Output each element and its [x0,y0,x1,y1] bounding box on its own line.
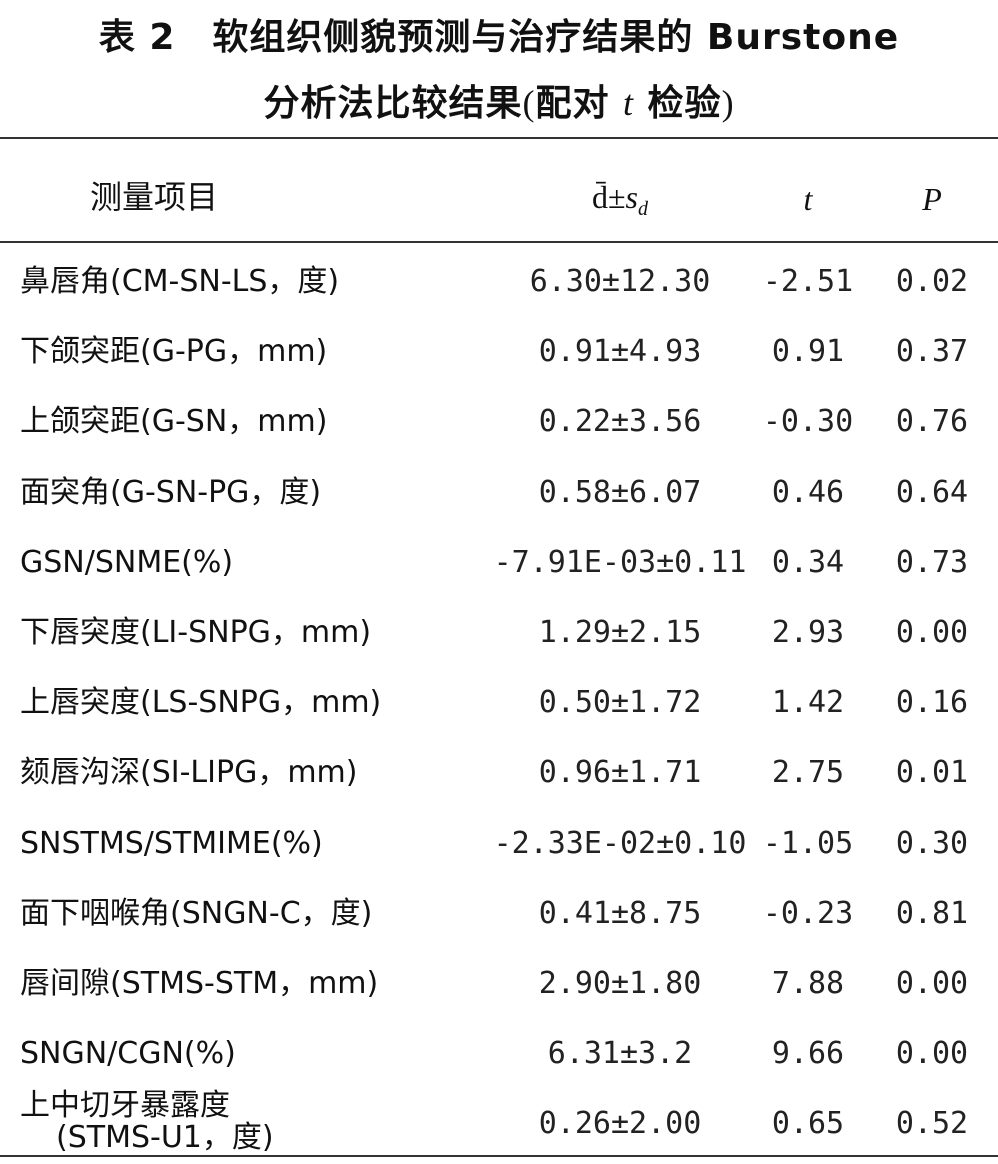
row-item-label: 下颌突距(G-PG，mm) [20,334,328,369]
row-mean-sd: 0.41±8.75 [538,896,702,931]
row-t-value: 2.75 [771,755,845,790]
header-mean-sd: d̄±sd [480,177,760,229]
row-t-value: 0.46 [771,475,845,510]
row-item-label-line1: 上中切牙暴露度 [20,1088,230,1123]
row-item-label: 唇间隙(STMS-STM，mm) [20,966,379,1001]
row-mean-sd: 0.50±1.72 [538,685,702,720]
row-item-label: 上唇突度(LS-SNPG，mm) [20,685,382,720]
row-mean-sd: 0.96±1.71 [538,755,702,790]
row-mean-sd: 0.26±2.00 [538,1106,702,1141]
row-item-label: GSN/SNME(%) [20,545,234,580]
row-t-value: 1.42 [771,685,845,720]
row-mean-sd: -2.33E-02±0.10 [493,826,747,861]
row-mean-sd: 0.91±4.93 [538,334,702,369]
row-p-value: 0.00 [895,966,969,1001]
row-t-value: 9.66 [771,1036,845,1071]
row-t-value: 7.88 [771,966,845,1001]
row-item-label-line2: (STMS-U1，度) [56,1120,274,1155]
row-p-value: 0.16 [895,685,969,720]
row-t-value: 2.93 [771,615,845,650]
row-p-value: 0.76 [895,404,969,439]
title-test: 检验 [634,83,722,124]
row-mean-sd: 0.58±6.07 [538,475,702,510]
header-sd-symbol: s [625,179,638,215]
table-title-line2: 分析法比较结果(配对 t 检验) [0,81,998,126]
row-item-label: 上颌突距(G-SN，mm) [20,404,328,439]
title-paren-open: ( [522,83,536,123]
row-t-value: -1.05 [762,826,854,861]
row-p-value: 0.73 [895,545,969,580]
title-main: 分析法比较结果 [263,83,523,124]
row-t-value: 0.34 [771,545,845,580]
row-t-value: 0.65 [771,1106,845,1141]
header-rule [0,241,998,243]
row-mean-sd: 6.30±12.30 [529,264,711,299]
row-p-value: 0.37 [895,334,969,369]
header-mean-symbol: d̄± [591,179,626,215]
title-paren-close: ) [721,83,735,123]
row-item-label: 下唇突度(LI-SNPG，mm) [20,615,372,650]
row-item-label: 鼻唇角(CM-SN-LS，度) [20,264,340,299]
title-t-symbol: t [623,83,635,123]
row-p-value: 0.81 [895,896,969,931]
row-mean-sd: 0.22±3.56 [538,404,702,439]
table-title-line1: 表 2 软组织侧貌预测与治疗结果的 Burstone [98,17,900,58]
top-rule [0,137,998,139]
row-p-value: 0.30 [895,826,969,861]
row-t-value: -0.23 [762,896,854,931]
row-mean-sd: 2.90±1.80 [538,966,702,1001]
title-paired: 配对 [535,83,623,124]
row-mean-sd: 1.29±2.15 [538,615,702,650]
row-item-label: 面突角(G-SN-PG，度) [20,475,322,510]
row-p-value: 0.01 [895,755,969,790]
row-p-value: 0.00 [895,615,969,650]
row-mean-sd: 6.31±3.2 [547,1036,693,1071]
row-t-value: -2.51 [762,264,854,299]
row-t-value: 0.91 [771,334,845,369]
row-mean-sd: -7.91E-03±0.11 [493,545,747,580]
row-item-label: 面下咽喉角(SNGN-C，度) [20,896,373,931]
row-p-value: 0.00 [895,1036,969,1071]
header-item: 测量项目 [90,178,219,216]
row-p-value: 0.02 [895,264,969,299]
row-item-label: SNGN/CGN(%) [20,1036,236,1071]
row-t-value: -0.30 [762,404,854,439]
bottom-rule [0,1155,998,1157]
row-item-label: 上中切牙暴露度 (STMS-U1，度) [20,1088,274,1156]
row-p-value: 0.52 [895,1106,969,1141]
header-t: t [803,181,813,217]
row-item-label: 颏唇沟深(SI-LIPG，mm) [20,755,358,790]
row-item-label: SNSTMS/STMIME(%) [20,826,323,861]
row-p-value: 0.64 [895,475,969,510]
header-p: P [922,181,942,217]
header-sd-subscript: d [638,198,648,221]
